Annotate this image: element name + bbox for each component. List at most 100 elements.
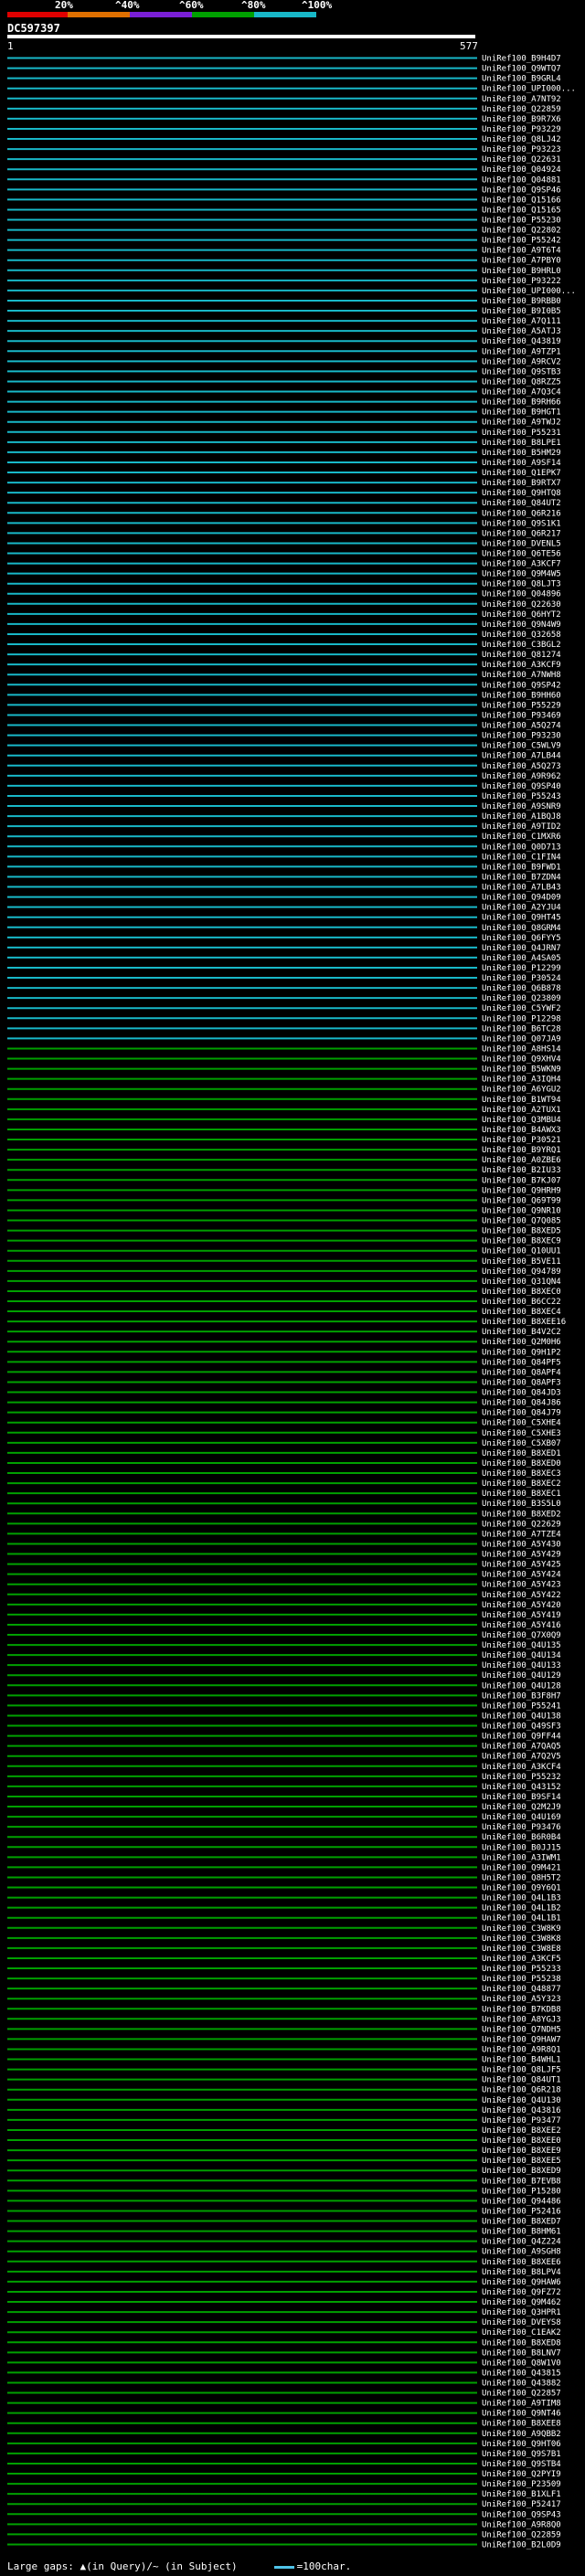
hit-label[interactable]: UniRef100_Q4U135	[482, 1641, 561, 1650]
hit-label[interactable]: UniRef100_C3W8K9	[482, 1924, 561, 1934]
hit-label[interactable]: UniRef100_Q9HRH9	[482, 1186, 561, 1195]
hit-label[interactable]: UniRef100_A0ZBE6	[482, 1156, 561, 1165]
hit-label[interactable]: UniRef100_A8YGJ3	[482, 2015, 561, 2024]
hit-label[interactable]: UniRef100_DVENL5	[482, 539, 561, 548]
hit-label[interactable]: UniRef100_Q84UT1	[482, 2076, 561, 2085]
hit-label[interactable]: UniRef100_B9HRL0	[482, 267, 561, 276]
hit-label[interactable]: UniRef100_Q43152	[482, 1783, 561, 1792]
hit-label[interactable]: UniRef100_B2IU33	[482, 1166, 561, 1175]
hit-label[interactable]: UniRef100_B8LPV4	[482, 2268, 561, 2277]
hit-label[interactable]: UniRef100_B5HM29	[482, 449, 561, 458]
hit-label[interactable]: UniRef100_Q22631	[482, 155, 561, 164]
hit-label[interactable]: UniRef100_B0JJ15	[482, 1843, 561, 1852]
hit-label[interactable]: UniRef100_Q32658	[482, 631, 561, 640]
hit-label[interactable]: UniRef100_Q9STB4	[482, 2460, 561, 2469]
hit-label[interactable]: UniRef100_DVEYS8	[482, 2318, 561, 2327]
hit-label[interactable]: UniRef100_Q22630	[482, 600, 561, 610]
hit-label[interactable]: UniRef100_Q4U129	[482, 1671, 561, 1680]
hit-label[interactable]: UniRef100_Q9HAW6	[482, 2278, 561, 2287]
hit-label[interactable]: UniRef100_Q1EPK7	[482, 469, 561, 478]
hit-label[interactable]: UniRef100_P52416	[482, 2207, 561, 2216]
hit-label[interactable]: UniRef100_B3S5L0	[482, 1500, 561, 1509]
hit-label[interactable]: UniRef100_P23509	[482, 2480, 561, 2489]
hit-label[interactable]: UniRef100_A9TIM8	[482, 2400, 561, 2409]
hit-label[interactable]: UniRef100_Q84JD3	[482, 1389, 561, 1398]
hit-label[interactable]: UniRef100_C1MXR6	[482, 832, 561, 842]
hit-label[interactable]: UniRef100_C5WLV9	[482, 742, 561, 751]
hit-label[interactable]: UniRef100_Q6R216	[482, 509, 561, 518]
hit-label[interactable]: UniRef100_Q9HT06	[482, 2440, 561, 2449]
hit-label[interactable]: UniRef100_B7KJ07	[482, 1176, 561, 1185]
hit-label[interactable]: UniRef100_B9I0B5	[482, 307, 561, 316]
hit-label[interactable]: UniRef100_B4V2C2	[482, 1328, 561, 1337]
hit-label[interactable]: UniRef100_A7NT92	[482, 95, 561, 104]
hit-label[interactable]: UniRef100_Q9XHV4	[482, 1055, 561, 1065]
hit-label[interactable]: UniRef100_Q6B878	[482, 984, 561, 993]
hit-label[interactable]: UniRef100_A3KCF9	[482, 661, 561, 670]
hit-label[interactable]: UniRef100_A5Y425	[482, 1561, 561, 1570]
hit-label[interactable]: UniRef100_B8LNV7	[482, 2348, 561, 2358]
hit-label[interactable]: UniRef100_A5Y419	[482, 1611, 561, 1620]
hit-label[interactable]: UniRef100_Q04896	[482, 590, 561, 599]
hit-label[interactable]: UniRef100_B1WT94	[482, 1096, 561, 1105]
hit-label[interactable]: UniRef100_C3W8K8	[482, 1935, 561, 1944]
hit-label[interactable]: UniRef100_P15280	[482, 2187, 561, 2196]
hit-label[interactable]: UniRef100_P12298	[482, 1014, 561, 1023]
hit-label[interactable]: UniRef100_B7KDB8	[482, 2005, 561, 2014]
hit-label[interactable]: UniRef100_Q6R218	[482, 2086, 561, 2095]
hit-label[interactable]: UniRef100_B8XED8	[482, 2338, 561, 2348]
hit-label[interactable]: UniRef100_Q2PYI9	[482, 2470, 561, 2479]
hit-label[interactable]: UniRef100_Q07JA9	[482, 1034, 561, 1044]
hit-label[interactable]: UniRef100_Q84J79	[482, 1409, 561, 1418]
hit-label[interactable]: UniRef100_A5Q273	[482, 762, 561, 771]
hit-label[interactable]: UniRef100_Q4U169	[482, 1813, 561, 1822]
hit-label[interactable]: UniRef100_Q69T99	[482, 1196, 561, 1205]
hit-label[interactable]: UniRef100_Q22629	[482, 1520, 561, 1529]
hit-label[interactable]: UniRef100_A9SNR9	[482, 802, 561, 811]
hit-label[interactable]: UniRef100_Q31QN4	[482, 1277, 561, 1287]
hit-label[interactable]: UniRef100_C5XHE4	[482, 1419, 561, 1428]
hit-label[interactable]: UniRef100_A7QAQ5	[482, 1743, 561, 1752]
hit-label[interactable]: UniRef100_Q2M0H6	[482, 1338, 561, 1347]
hit-label[interactable]: UniRef100_A9R962	[482, 772, 561, 781]
hit-label[interactable]: UniRef100_Q8LJ42	[482, 135, 561, 144]
hit-label[interactable]: UniRef100_A9SGH8	[482, 2248, 561, 2257]
hit-label[interactable]: UniRef100_Q9SP42	[482, 681, 561, 690]
hit-label[interactable]: UniRef100_Q43816	[482, 2106, 561, 2115]
hit-label[interactable]: UniRef100_B8XED2	[482, 1510, 561, 1519]
hit-label[interactable]: UniRef100_A5Y423	[482, 1581, 561, 1590]
hit-label[interactable]: UniRef100_Q4U138	[482, 1712, 561, 1721]
hit-label[interactable]: UniRef100_Q9SP46	[482, 186, 561, 195]
hit-label[interactable]: UniRef100_B8XEC0	[482, 1288, 561, 1297]
hit-label[interactable]: UniRef100_A1BQJ8	[482, 812, 561, 822]
hit-label[interactable]: UniRef100_Q9WTQ7	[482, 65, 561, 74]
hit-label[interactable]: UniRef100_Q84UT2	[482, 499, 561, 508]
hit-label[interactable]: UniRef100_C5YWF2	[482, 1004, 561, 1013]
hit-label[interactable]: UniRef100_P55230	[482, 217, 561, 226]
hit-label[interactable]: UniRef100_P93229	[482, 125, 561, 134]
hit-label[interactable]: UniRef100_Q4JRN7	[482, 944, 561, 953]
hit-label[interactable]: UniRef100_Q4U130	[482, 2096, 561, 2105]
hit-label[interactable]: UniRef100_Q9H1P2	[482, 1348, 561, 1357]
hit-label[interactable]: UniRef100_P55238	[482, 1975, 561, 1984]
hit-label[interactable]: UniRef100_B8XEC3	[482, 1469, 561, 1479]
hit-label[interactable]: UniRef100_Q22802	[482, 227, 561, 236]
hit-label[interactable]: UniRef100_Q15165	[482, 206, 561, 215]
hit-label[interactable]: UniRef100_Q22857	[482, 2390, 561, 2399]
hit-label[interactable]: UniRef100_P93476	[482, 1823, 561, 1832]
hit-label[interactable]: UniRef100_Q8W1V0	[482, 2359, 561, 2368]
hit-label[interactable]: UniRef100_P93222	[482, 277, 561, 286]
hit-label[interactable]: UniRef100_Q9M462	[482, 2298, 561, 2307]
hit-label[interactable]: UniRef100_C1FIN4	[482, 853, 561, 862]
hit-label[interactable]: UniRef100_A8HS14	[482, 1044, 561, 1054]
hit-label[interactable]: UniRef100_Q22859	[482, 105, 561, 114]
hit-label[interactable]: UniRef100_Q23809	[482, 994, 561, 1003]
hit-label[interactable]: UniRef100_B9HGT1	[482, 408, 561, 418]
hit-label[interactable]: UniRef100_A7LB44	[482, 752, 561, 761]
hit-label[interactable]: UniRef100_B6TC28	[482, 1024, 561, 1034]
hit-label[interactable]: UniRef100_P55232	[482, 1773, 561, 1782]
hit-label[interactable]: UniRef100_Q48877	[482, 1985, 561, 1994]
hit-label[interactable]: UniRef100_C3BGL2	[482, 641, 561, 650]
hit-label[interactable]: UniRef100_A9T6T4	[482, 247, 561, 256]
hit-label[interactable]: UniRef100_UPI000...	[482, 287, 576, 296]
